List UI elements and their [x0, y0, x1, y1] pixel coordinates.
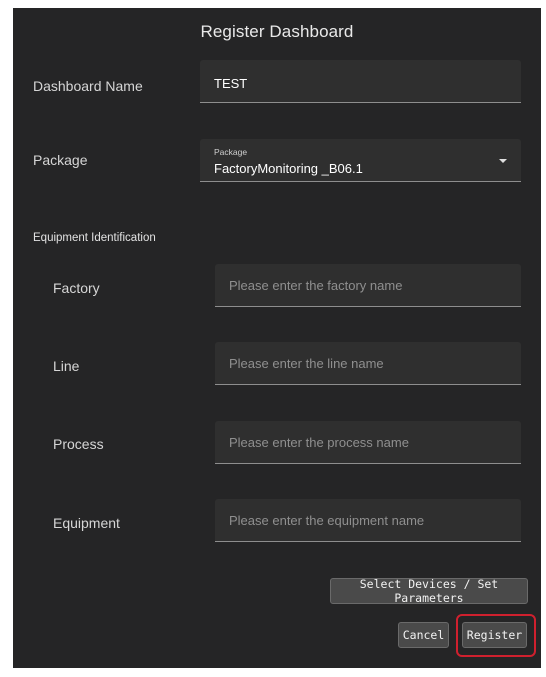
- package-select[interactable]: Package FactoryMonitoring _B06.1: [200, 139, 521, 182]
- equipment-label: Equipment: [53, 515, 120, 531]
- dashboard-name-field[interactable]: TEST: [200, 60, 521, 103]
- line-input[interactable]: [215, 342, 521, 384]
- cancel-button[interactable]: Cancel: [398, 622, 449, 648]
- caret-down-icon: [499, 159, 507, 163]
- equipment-field: [215, 499, 521, 542]
- select-devices-button[interactable]: Select Devices / Set Parameters: [330, 577, 528, 605]
- process-input[interactable]: [215, 421, 521, 463]
- factory-field: [215, 264, 521, 307]
- line-field: [215, 342, 521, 385]
- dialog-title: Register Dashboard: [200, 22, 354, 41]
- package-select-label: Package: [214, 147, 248, 157]
- package-label: Package: [33, 152, 88, 168]
- process-field: [215, 421, 521, 464]
- register-dashboard-dialog: Register Dashboard Dashboard Name TEST P…: [13, 8, 541, 668]
- package-select-value: FactoryMonitoring _B06.1: [214, 161, 363, 176]
- dashboard-name-value: TEST: [214, 76, 248, 91]
- equipment-identification-heading: Equipment Identification: [33, 232, 156, 244]
- factory-label: Factory: [53, 280, 100, 296]
- register-button[interactable]: Register: [462, 622, 527, 648]
- equipment-input[interactable]: [215, 499, 521, 541]
- line-label: Line: [53, 358, 80, 374]
- dashboard-name-label: Dashboard Name: [33, 78, 143, 94]
- process-label: Process: [53, 436, 104, 452]
- factory-input[interactable]: [215, 264, 521, 306]
